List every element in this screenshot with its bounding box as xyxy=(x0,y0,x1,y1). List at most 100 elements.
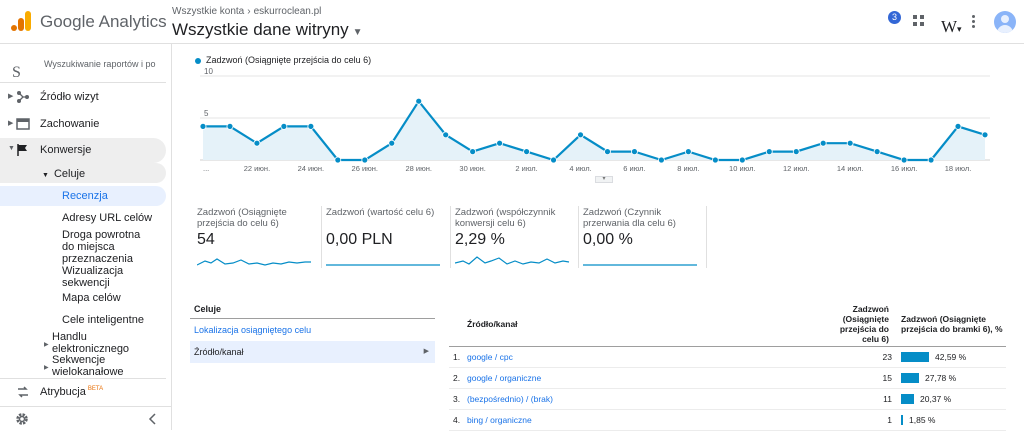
goals-panel: Celuje Lokalizacja osiągniętego celu Źró… xyxy=(190,300,435,363)
chevron-right-icon: ▶ xyxy=(423,348,429,355)
view-name: Wszystkie dane witryny xyxy=(172,20,349,39)
x-tick-label: 26 июн. xyxy=(352,164,378,173)
apps-grid-icon[interactable] xyxy=(913,15,925,27)
row-count: 1 xyxy=(887,415,892,425)
column-header-source[interactable]: Źródło/kanał xyxy=(467,319,518,329)
sidebar-item-acquisition[interactable]: ▶ Źródło wizyt xyxy=(0,85,166,110)
top-bar: Google Analytics Wszystkie konta › eskurro… xyxy=(0,0,1024,44)
attribution-icon xyxy=(18,386,28,398)
data-point xyxy=(280,123,288,130)
x-tick-label: 16 июл. xyxy=(891,164,918,173)
data-point xyxy=(846,139,854,147)
row-percent: 20,37 % xyxy=(920,394,952,404)
goal-source-medium-row[interactable]: Źródło/kanał ▶ xyxy=(190,341,435,363)
data-point xyxy=(900,156,908,164)
x-tick-label: 22 июн. xyxy=(244,164,270,173)
row-count: 15 xyxy=(882,373,892,383)
sidebar-item-funnel-visualization[interactable]: Wizualizacja sekwencji xyxy=(62,265,142,289)
behavior-icon xyxy=(16,118,30,130)
x-tick-label: 10 июл. xyxy=(729,164,756,173)
notification-badge[interactable]: 3 xyxy=(888,11,901,24)
column-header-percent[interactable]: Zadzwoń (Osiągnięte przejścia do bramki … xyxy=(901,314,1005,334)
sidebar-item-overview[interactable]: Recenzja xyxy=(0,186,166,206)
data-point xyxy=(765,148,773,155)
data-point xyxy=(738,156,746,164)
search-icon[interactable]: S xyxy=(12,64,21,82)
sidebar-item-goal-flow[interactable]: Mapa celów xyxy=(62,292,121,304)
percent-bar xyxy=(901,415,903,425)
breadcrumb-property[interactable]: eskurroclean.pl xyxy=(254,6,322,17)
row-percent: 27,78 % xyxy=(925,373,957,383)
source-link[interactable]: google / cpc xyxy=(467,352,513,362)
data-point xyxy=(631,148,638,155)
metric-value: 54 xyxy=(197,231,215,248)
data-point xyxy=(199,123,207,130)
goal-location-link[interactable]: Lokalizacja osiągniętego celu xyxy=(190,319,435,341)
series-area xyxy=(203,101,985,160)
metric-value: 2,29 % xyxy=(455,231,505,248)
sidebar-item-smart-goals[interactable]: Cele inteligentne xyxy=(62,314,144,326)
table-header: Źródło/kanał Zadzwoń (Osiągnięte przejśc… xyxy=(449,300,1006,347)
beta-badge: BETA xyxy=(87,386,104,392)
metric-card[interactable]: Zadzwoń (Osiągnięte przejścia do celu 6)… xyxy=(197,207,317,271)
analytics-logo-icon[interactable] xyxy=(10,10,32,32)
column-header-count[interactable]: Zadzwoń (Osiągnięte przejścia do celu 6) xyxy=(821,304,889,344)
gear-icon[interactable] xyxy=(15,412,29,426)
data-point xyxy=(361,156,369,164)
view-selector[interactable]: Wszystkie dane witryny ▼ xyxy=(172,20,363,40)
search-input[interactable]: Wyszukiwanie raportów i po xyxy=(44,59,155,69)
percent-bar xyxy=(901,394,914,404)
percent-bar xyxy=(901,373,919,383)
metric-label: Zadzwoń (wartość celu 6) xyxy=(326,207,435,218)
sidebar-item-ecommerce[interactable]: ▶ Handlu elektronicznego xyxy=(44,331,154,355)
account-switcher[interactable]: W▾ xyxy=(941,17,962,37)
sidebar-item-attribution[interactable]: Atrybucja BETA xyxy=(0,380,166,405)
row-count: 23 xyxy=(882,352,892,362)
data-point xyxy=(415,97,423,105)
sidebar-subgroup-goals[interactable]: ▼ Celuje xyxy=(42,168,85,182)
source-link[interactable]: google / organiczne xyxy=(467,373,541,383)
caret-down-icon: ▼ xyxy=(352,27,363,38)
metric-card[interactable]: Zadzwoń (wartość celu 6) 0,00 PLN xyxy=(326,207,446,271)
data-point xyxy=(604,148,611,155)
metric-divider xyxy=(706,206,707,268)
sidebar-item-conversions[interactable]: ▼ Konwersje xyxy=(0,138,166,163)
sidebar-item-behavior[interactable]: ▶ Zachowanie xyxy=(0,112,166,137)
sidebar-item-multichannel[interactable]: ▶ Sekwencje wielokanałowe xyxy=(44,354,154,378)
source-link[interactable]: (bezpośrednio) / (brak) xyxy=(467,394,553,404)
legend-dot-icon xyxy=(195,57,201,64)
y-tick-label: 5 xyxy=(204,109,209,118)
breadcrumb-root[interactable]: Wszystkie konta xyxy=(172,6,244,17)
data-point xyxy=(442,131,450,139)
breadcrumb[interactable]: Wszystkie konta › eskurroclean.pl xyxy=(172,6,321,17)
x-tick-label: 14 июл. xyxy=(837,164,864,173)
sidebar-item-label: Atrybucja xyxy=(40,386,86,398)
data-point xyxy=(873,148,881,155)
y-tick-label: 10 xyxy=(204,67,213,76)
metric-card[interactable]: Zadzwoń (współczynnik konwersji celu 6) 2… xyxy=(455,207,575,271)
sidebar-item-goal-urls[interactable]: Adresy URL celów xyxy=(62,212,152,224)
data-point xyxy=(226,123,234,130)
flag-icon xyxy=(17,144,27,156)
data-point xyxy=(711,156,719,164)
chart-resize-handle[interactable]: ▾ xyxy=(595,176,613,183)
ecommerce-label: Handlu elektronicznego xyxy=(52,331,130,355)
metric-value: 0,00 PLN xyxy=(326,231,393,248)
x-tick-label: 18 июл. xyxy=(945,164,972,173)
more-options-icon[interactable] xyxy=(972,15,976,31)
source-link[interactable]: bing / organiczne xyxy=(467,415,532,425)
metric-card[interactable]: Zadzwoń (Czynnik przerwania dla celu 6) 0… xyxy=(583,207,703,271)
row-percent: 42,59 % xyxy=(935,352,967,362)
goals-panel-header: Celuje xyxy=(190,300,435,319)
sidebar-item-label: Konwersje xyxy=(40,144,92,156)
x-tick-label: 12 июл. xyxy=(783,164,810,173)
sidebar-item-reverse-goal-path[interactable]: Droga powrotna do miejsca przeznaczenia xyxy=(62,229,150,265)
chevron-right-icon: ▶ xyxy=(44,365,49,371)
data-table: Źródło/kanał Zadzwoń (Osiągnięte przejśc… xyxy=(449,300,1006,431)
avatar[interactable] xyxy=(994,11,1016,33)
x-tick-label: 24 июн. xyxy=(298,164,324,173)
collapse-sidebar-icon[interactable] xyxy=(148,413,158,425)
sidebar-item-label: Źródło wizyt xyxy=(40,91,99,103)
data-point xyxy=(550,156,557,164)
data-point xyxy=(577,131,584,139)
